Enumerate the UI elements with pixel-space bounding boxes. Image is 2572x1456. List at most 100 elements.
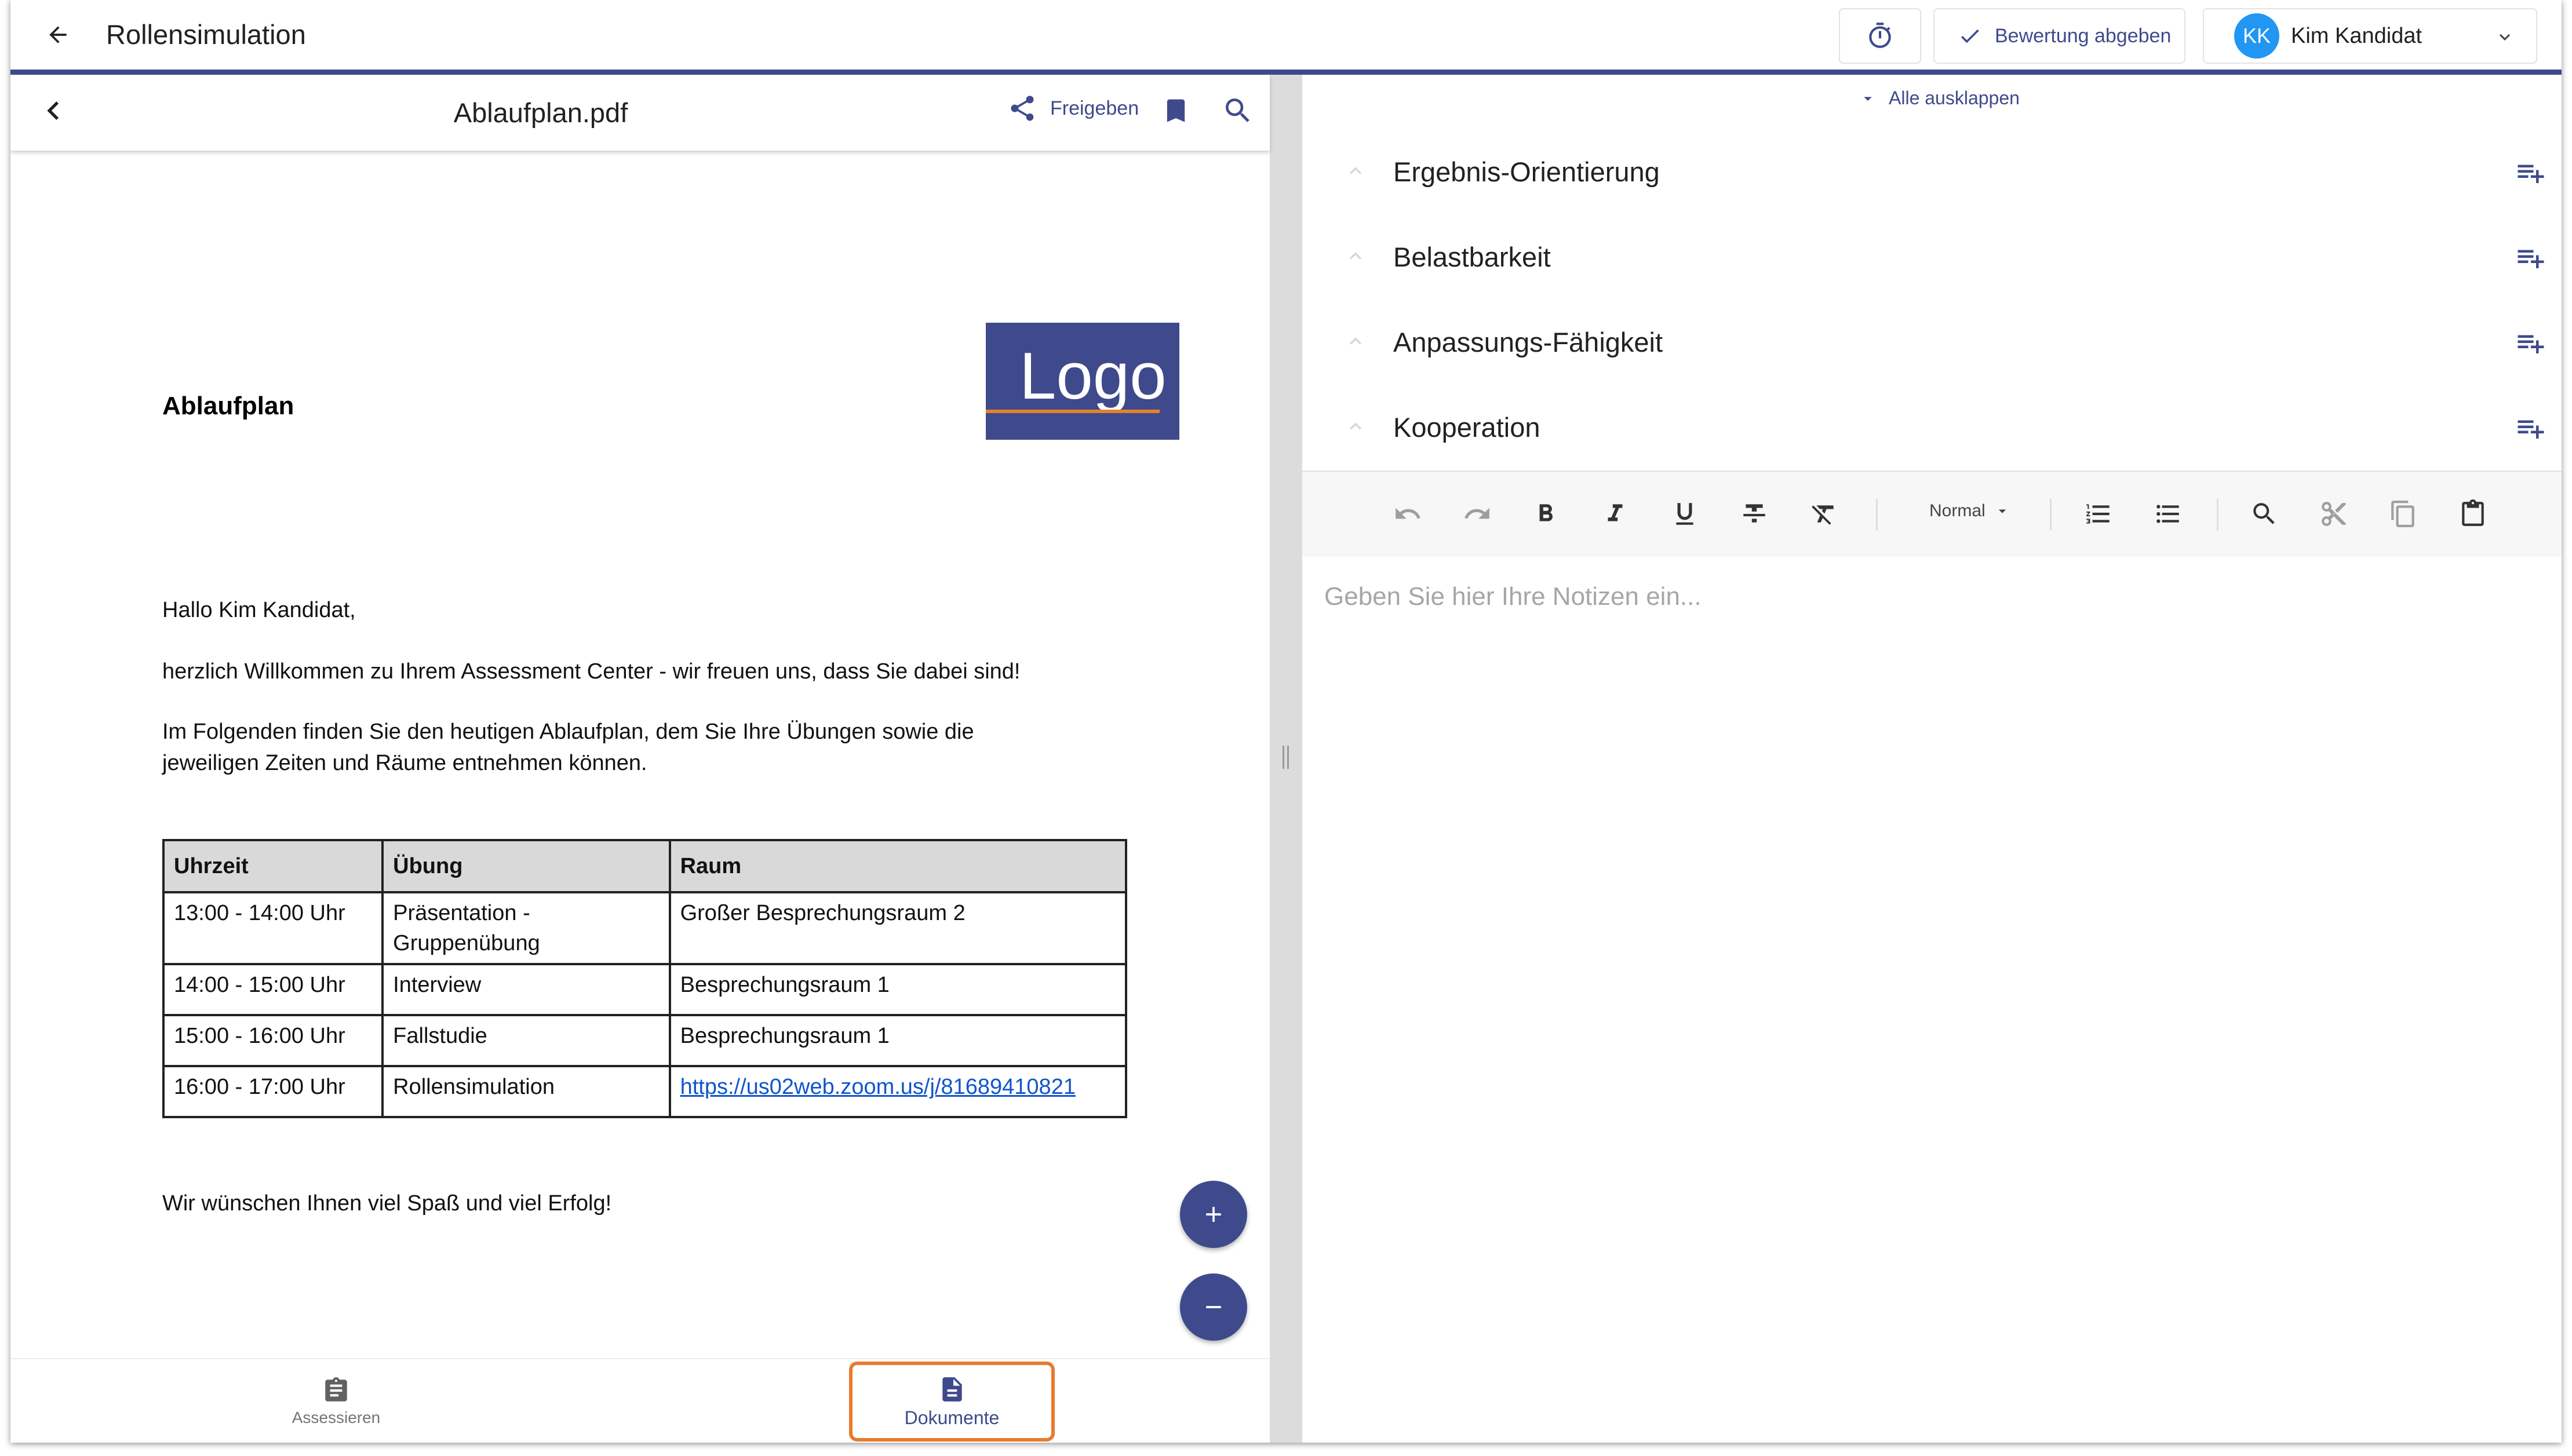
schedule-table: Uhrzeit Übung Raum 13:00 - 14:00 Uhr Prä… bbox=[162, 839, 1128, 1118]
splitter-grip-icon[interactable] bbox=[1283, 746, 1289, 769]
panel-splitter[interactable] bbox=[1270, 75, 1302, 1443]
table-cell: 14:00 - 15:00 Uhr bbox=[162, 963, 384, 1016]
bottom-navigation: Assessieren Dokumente bbox=[10, 1358, 1270, 1443]
caret-down-icon bbox=[1998, 509, 2006, 513]
clipboard-icon bbox=[325, 1377, 347, 1402]
zoom-in-button[interactable] bbox=[1180, 1181, 1247, 1248]
bookmark-icon bbox=[1167, 99, 1185, 122]
stopwatch-icon bbox=[1869, 23, 1891, 48]
app-window: Rollensimulation Bewertung abgeben KK Ki… bbox=[10, 0, 2562, 1443]
table-cell: Besprechungsraum 1 bbox=[668, 963, 1128, 1016]
notes-editor[interactable]: Geben Sie hier Ihre Notizen ein... bbox=[1302, 557, 2562, 1426]
expand-all-button[interactable]: Alle ausklappen bbox=[1859, 87, 2020, 109]
strikethrough-icon bbox=[1743, 504, 1765, 523]
table-row: 14:00 - 15:00 Uhr Interview Besprechungs… bbox=[162, 963, 1128, 1016]
zoom-out-button[interactable] bbox=[1180, 1273, 1247, 1341]
clipboard-paste-icon bbox=[2462, 499, 2484, 526]
copy-icon bbox=[2391, 501, 2414, 527]
document-intro: Im Folgenden finden Sie den heutigen Abl… bbox=[162, 716, 1147, 779]
search-icon bbox=[2253, 503, 2275, 524]
criterion-belastbarkeit[interactable]: Belastbarkeit bbox=[1302, 216, 2562, 300]
redo-icon bbox=[1464, 508, 1489, 519]
caret-down-icon bbox=[1864, 96, 1872, 101]
table-cell: https://us02web.zoom.us/j/81689410821 bbox=[668, 1065, 1128, 1118]
expand-all-label: Alle ausklappen bbox=[1889, 87, 2020, 108]
avatar: KK bbox=[2234, 13, 2279, 59]
document-welcome: herzlich Willkommen zu Ihrem Assessment … bbox=[162, 659, 1021, 684]
toolbar-divider bbox=[2050, 499, 2052, 530]
notes-placeholder: Geben Sie hier Ihre Notizen ein... bbox=[1324, 582, 1702, 611]
underline-button[interactable] bbox=[1666, 495, 1703, 532]
table-header-cell: Uhrzeit bbox=[162, 839, 384, 893]
table-cell: Rollensimulation bbox=[381, 1065, 671, 1118]
document-toolbar: Ablaufplan.pdf Freigeben bbox=[10, 75, 1270, 151]
bold-button[interactable] bbox=[1527, 495, 1564, 532]
criterion-anpassungs-faehigkeit[interactable]: Anpassungs-Fähigkeit bbox=[1302, 301, 2562, 385]
document-viewer-panel: Ablaufplan.pdf Freigeben Logo Ablaufplan… bbox=[10, 75, 1270, 1443]
paste-button[interactable] bbox=[2454, 495, 2491, 532]
document-page: Logo Ablaufplan Hallo Kim Kandidat, herz… bbox=[10, 151, 1270, 1333]
clear-format-button[interactable] bbox=[1805, 495, 1842, 532]
zoom-meeting-link[interactable]: https://us02web.zoom.us/j/81689410821 bbox=[680, 1075, 1076, 1099]
toolbar-divider bbox=[1876, 499, 1878, 530]
text-format-dropdown[interactable]: Normal bbox=[1929, 501, 2011, 521]
share-icon bbox=[1011, 96, 1034, 121]
table-header-cell: Raum bbox=[668, 839, 1128, 893]
playlist-add-icon[interactable] bbox=[2515, 242, 2547, 273]
bullet-list-icon bbox=[2156, 505, 2179, 523]
timer-button[interactable] bbox=[1839, 8, 1921, 64]
table-row: 13:00 - 14:00 Uhr Präsentation - Gruppen… bbox=[162, 891, 1128, 965]
bookmark-button[interactable] bbox=[1161, 93, 1191, 131]
table-row: 16:00 - 17:00 Uhr Rollensimulation https… bbox=[162, 1065, 1128, 1118]
table-cell: Präsentation - Gruppenübung bbox=[381, 891, 671, 965]
company-logo: Logo bbox=[986, 323, 1179, 440]
ordered-list-button[interactable] bbox=[2080, 495, 2117, 532]
toolbar-divider bbox=[2217, 499, 2218, 530]
user-menu-button[interactable]: KK Kim Kandidat bbox=[2203, 8, 2537, 64]
playlist-add-icon[interactable] bbox=[2515, 413, 2547, 444]
bullet-list-button[interactable] bbox=[2150, 495, 2187, 532]
numbered-list-icon bbox=[2086, 504, 2110, 524]
undo-button[interactable] bbox=[1389, 495, 1426, 532]
document-search-button[interactable] bbox=[1222, 94, 1254, 130]
criterion-kooperation[interactable]: Kooperation bbox=[1302, 386, 2562, 470]
criterion-label: Belastbarkeit bbox=[1393, 242, 1551, 272]
table-row: 15:00 - 16:00 Uhr Fallstudie Besprechung… bbox=[162, 1014, 1128, 1067]
share-button[interactable]: Freigeben bbox=[1007, 93, 1139, 123]
copy-button[interactable] bbox=[2385, 495, 2422, 532]
chevron-down-icon bbox=[2500, 34, 2510, 41]
editor-toolbar: Normal bbox=[1302, 472, 2562, 557]
arrow-back-icon bbox=[49, 26, 67, 43]
criterion-ergebnis-orientierung[interactable]: Ergebnis-Orientierung bbox=[1302, 130, 2562, 215]
back-button[interactable] bbox=[35, 16, 81, 53]
criterion-label: Kooperation bbox=[1393, 412, 1540, 443]
playlist-add-icon[interactable] bbox=[2515, 327, 2547, 359]
redo-button[interactable] bbox=[1459, 495, 1496, 532]
playlist-add-icon[interactable] bbox=[2515, 157, 2547, 188]
logo-underline bbox=[986, 410, 1160, 413]
chevron-up-icon bbox=[1350, 252, 1361, 260]
table-cell-line: Gruppenübung bbox=[393, 931, 540, 955]
chevron-up-icon bbox=[1350, 337, 1361, 345]
table-cell: 16:00 - 17:00 Uhr bbox=[162, 1065, 384, 1118]
undo-icon bbox=[1396, 508, 1420, 519]
italic-button[interactable] bbox=[1597, 495, 1634, 532]
search-icon bbox=[1226, 98, 1249, 122]
underline-icon bbox=[1676, 503, 1693, 525]
table-cell: 15:00 - 16:00 Uhr bbox=[162, 1014, 384, 1067]
submit-rating-button[interactable]: Bewertung abgeben bbox=[1933, 8, 2185, 64]
table-cell-line: Präsentation - bbox=[393, 901, 530, 925]
scissors-icon bbox=[2322, 502, 2346, 526]
cut-button[interactable] bbox=[2315, 495, 2352, 532]
table-header-row: Uhrzeit Übung Raum bbox=[162, 839, 1128, 893]
strikethrough-button[interactable] bbox=[1736, 495, 1773, 532]
document-intro-line: Im Folgenden finden Sie den heutigen Abl… bbox=[162, 720, 974, 744]
table-cell: Interview bbox=[381, 963, 671, 1016]
chevron-up-icon bbox=[1350, 422, 1361, 430]
find-button[interactable] bbox=[2246, 495, 2283, 532]
user-name: Kim Kandidat bbox=[2291, 23, 2422, 48]
nav-item-assessieren[interactable]: Assessieren bbox=[249, 1370, 423, 1433]
italic-icon bbox=[1608, 504, 1623, 521]
nav-item-dokumente[interactable]: Dokumente bbox=[849, 1362, 1055, 1442]
document-file-name: Ablaufplan.pdf bbox=[453, 97, 628, 128]
